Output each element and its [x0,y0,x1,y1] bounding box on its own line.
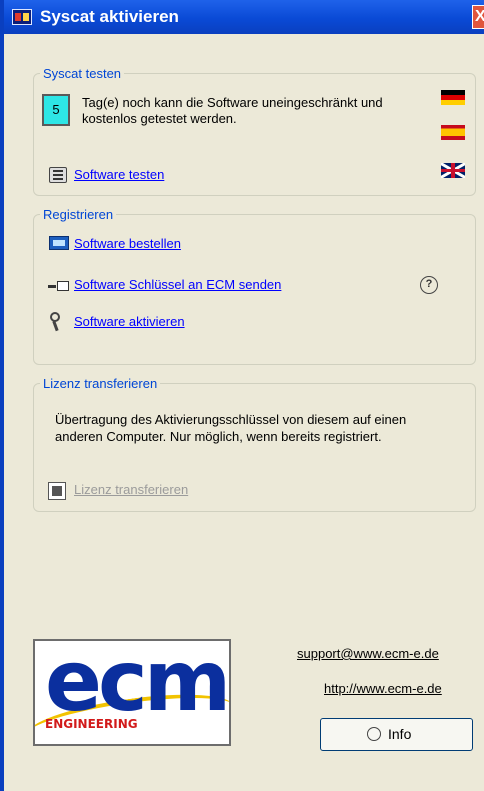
uk-flag-icon[interactable] [441,163,465,178]
register-group-legend: Registrieren [43,207,114,222]
software-aktivieren-link[interactable]: Software aktivieren [74,314,185,329]
transfer-icon [48,482,66,500]
computer-icon [49,167,67,183]
german-flag-icon[interactable] [441,90,465,105]
send-key-icon [48,279,70,293]
days-remaining-counter: 5 [42,94,70,126]
lizenz-transferieren-link: Lizenz transferieren [74,482,189,497]
software-testen-link[interactable]: Software testen [74,167,164,182]
help-speech-icon[interactable]: ? [420,276,438,294]
title-bar[interactable]: Syscat aktivieren X [4,0,484,34]
app-icon [12,9,32,25]
activation-dialog: Syscat aktivieren X Syscat testen 5 Tag(… [0,0,484,791]
support-email-link[interactable]: support@www.ecm-e.de [297,646,439,661]
website-link[interactable]: http://www.ecm-e.de [324,681,442,696]
window-title: Syscat aktivieren [40,7,179,26]
transfer-description: Übertragung des Aktivierungsschlüssel vo… [55,412,407,444]
key-icon [48,312,66,332]
software-bestellen-link[interactable]: Software bestellen [74,236,181,251]
close-button[interactable]: X [472,5,484,29]
spanish-flag-icon[interactable] [441,125,465,140]
info-button-label: Info [388,726,412,742]
ecm-logo: ecm ENGINEERING [33,639,231,746]
trial-description: Tag(e) noch kann die Software uneingesch… [82,95,383,126]
transfer-group-legend: Lizenz transferieren [43,376,158,391]
order-icon [49,236,69,250]
test-group-legend: Syscat testen [43,66,122,81]
send-key-link[interactable]: Software Schlüssel an ECM senden [74,277,281,292]
info-button[interactable]: Info [320,718,473,751]
logo-subtext: ENGINEERING [45,717,138,731]
bulb-icon [367,727,381,741]
